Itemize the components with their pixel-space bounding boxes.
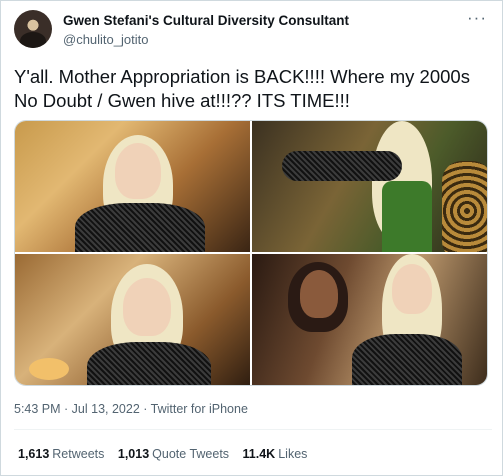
photo-1-face xyxy=(115,143,161,199)
media-grid xyxy=(14,120,488,386)
photo-4[interactable] xyxy=(252,254,487,385)
photo-3-lamp xyxy=(29,358,69,380)
photo-4-outfit xyxy=(352,334,462,385)
tweet-timestamp[interactable]: 5:43 PM · Jul 13, 2022 · Twitter for iPh… xyxy=(14,402,248,416)
divider xyxy=(14,429,492,430)
display-name[interactable]: Gwen Stefani's Cultural Diversity Consul… xyxy=(63,13,349,28)
photo-2-arm xyxy=(282,151,402,181)
quote-tweets-label: Quote Tweets xyxy=(152,447,230,461)
photo-2[interactable] xyxy=(252,121,487,252)
avatar[interactable] xyxy=(14,10,52,48)
likes-label: Likes xyxy=(278,447,308,461)
retweets-count: 1,613 xyxy=(18,447,50,461)
photo-4-face-left xyxy=(300,270,338,318)
quote-tweets-stat[interactable]: 1,013 Quote Tweets xyxy=(118,447,229,461)
photo-1-outfit xyxy=(75,203,205,252)
user-handle[interactable]: @chulito_jotito xyxy=(63,32,148,47)
likes-stat[interactable]: 11.4K Likes xyxy=(243,447,308,461)
photo-4-face-right xyxy=(392,264,432,314)
more-horizontal-icon: ··· xyxy=(467,8,487,27)
tweet-stats: 1,613 Retweets 1,013 Quote Tweets 11.4K Lik… xyxy=(18,447,317,461)
likes-count: 11.4K xyxy=(242,447,276,461)
photo-2-leopard-print xyxy=(442,161,487,252)
retweets-label: Retweets xyxy=(52,447,105,461)
photo-1[interactable] xyxy=(15,121,250,252)
quote-tweets-count: 1,013 xyxy=(117,447,150,461)
tweet-card: Gwen Stefani's Cultural Diversity Consul… xyxy=(0,0,503,476)
tweet-text: Y'all. Mother Appropriation is BACK!!!! … xyxy=(14,66,470,111)
photo-2-corset xyxy=(382,181,432,252)
photo-3-outfit xyxy=(87,342,211,385)
retweets-stat[interactable]: 1,613 Retweets xyxy=(18,447,104,461)
photo-3[interactable] xyxy=(15,254,250,385)
photo-3-face xyxy=(123,278,171,336)
more-options-button[interactable]: ··· xyxy=(464,9,490,31)
